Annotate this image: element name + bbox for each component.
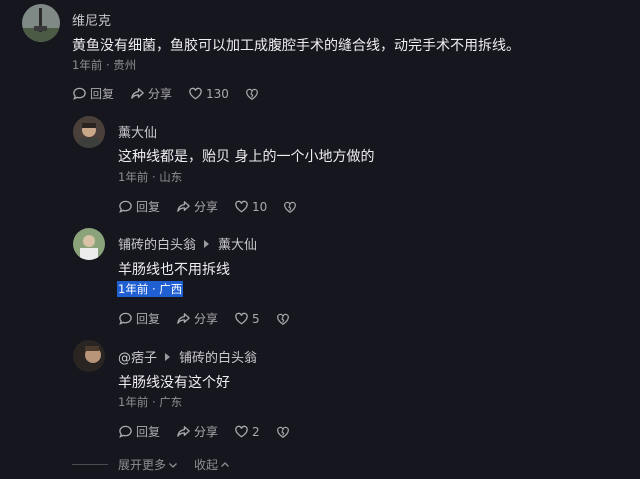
comment-text: 羊肠线也不用拆线 [118,262,230,278]
reply-to-name[interactable]: 铺砖的白头翁 [179,347,257,366]
comment-actions: 回复 分享 130 [72,85,278,102]
heart-icon [235,200,248,213]
reply-label: 回复 [90,87,115,101]
comment-meta: 1年前 · 广东 [118,395,183,409]
like-button[interactable]: 5 [234,311,260,326]
share-label: 分享 [194,312,219,326]
avatar[interactable] [73,340,105,372]
share-label: 分享 [148,87,173,101]
comment-meta: 1年前 · 贵州 [72,58,137,72]
share-icon [177,313,190,324]
share-button[interactable]: 分享 [176,198,218,215]
reply-icon [119,200,132,213]
like-count: 130 [206,86,229,101]
share-label: 分享 [194,425,219,439]
like-count: 10 [252,199,268,214]
comment-author: 铺砖的白头翁 薰大仙 [118,234,257,253]
comment-author[interactable]: 维尼克 [72,10,111,29]
avatar[interactable] [73,228,105,260]
like-button[interactable]: 130 [188,86,229,101]
reply-arrow-icon [204,239,210,248]
dislike-button[interactable] [276,312,293,326]
collapse-label: 收起 [194,458,219,472]
like-count: 2 [252,424,260,439]
author-name[interactable]: 铺砖的白头翁 [118,234,196,253]
reply-label: 回复 [136,312,161,326]
comment-meta: 1年前 · 广西 [117,281,184,297]
dislike-button[interactable] [245,87,262,101]
comment-actions: 回复 分享 10 [118,198,316,215]
chevron-down-icon [169,462,177,468]
comment-text: 这种线都是，贻贝 身上的一个小地方做的 [118,149,375,165]
reply-label: 回复 [136,200,161,214]
reply-button[interactable]: 回复 [118,423,160,440]
like-count: 5 [252,311,260,326]
collapse-button[interactable]: 收起 [194,456,230,473]
expand-more-label: 展开更多 [118,458,167,472]
expand-more-button[interactable]: 展开更多 [118,456,178,473]
replies-footer: 展开更多 收起 [72,456,230,473]
dislike-heart-icon [276,426,289,438]
avatar[interactable] [22,4,60,42]
comment-meta: 1年前 · 山东 [118,170,183,184]
comment-text: 黄鱼没有细菌，鱼胶可以加工成腹腔手术的缝合线，动完手术不用拆线。 [72,38,520,54]
comment-text: 羊肠线没有这个好 [118,375,230,391]
like-button[interactable]: 10 [234,199,267,214]
share-icon [131,88,144,99]
reply-button[interactable]: 回复 [72,85,114,102]
share-button[interactable]: 分享 [176,423,218,440]
dislike-button[interactable] [283,200,300,214]
share-icon [177,426,190,437]
dislike-heart-icon [246,88,258,100]
share-icon [177,201,190,212]
comment-actions: 回复 分享 2 [118,423,309,440]
share-button[interactable]: 分享 [176,310,218,327]
reply-icon [119,425,132,438]
comment-actions: 回复 分享 5 [118,310,309,327]
dislike-button[interactable] [276,425,293,439]
heart-icon [235,312,248,325]
reply-to-name[interactable]: 薰大仙 [218,234,257,253]
reply-button[interactable]: 回复 [118,310,160,327]
reply-button[interactable]: 回复 [118,198,160,215]
heart-icon [235,425,248,438]
chevron-up-icon [221,461,229,467]
comment-author: @痞子 铺砖的白头翁 [118,347,257,366]
divider [72,464,108,465]
avatar[interactable] [73,116,105,148]
reply-label: 回复 [136,425,161,439]
heart-icon [189,87,202,100]
share-button[interactable]: 分享 [130,85,172,102]
like-button[interactable]: 2 [234,424,260,439]
comment-author[interactable]: 薰大仙 [118,122,157,141]
reply-icon [73,87,86,100]
dislike-heart-icon [276,313,289,325]
dislike-heart-icon [284,201,297,213]
reply-arrow-icon [165,352,171,361]
reply-icon [119,312,132,325]
author-name[interactable]: @痞子 [118,347,157,366]
share-label: 分享 [194,200,219,214]
